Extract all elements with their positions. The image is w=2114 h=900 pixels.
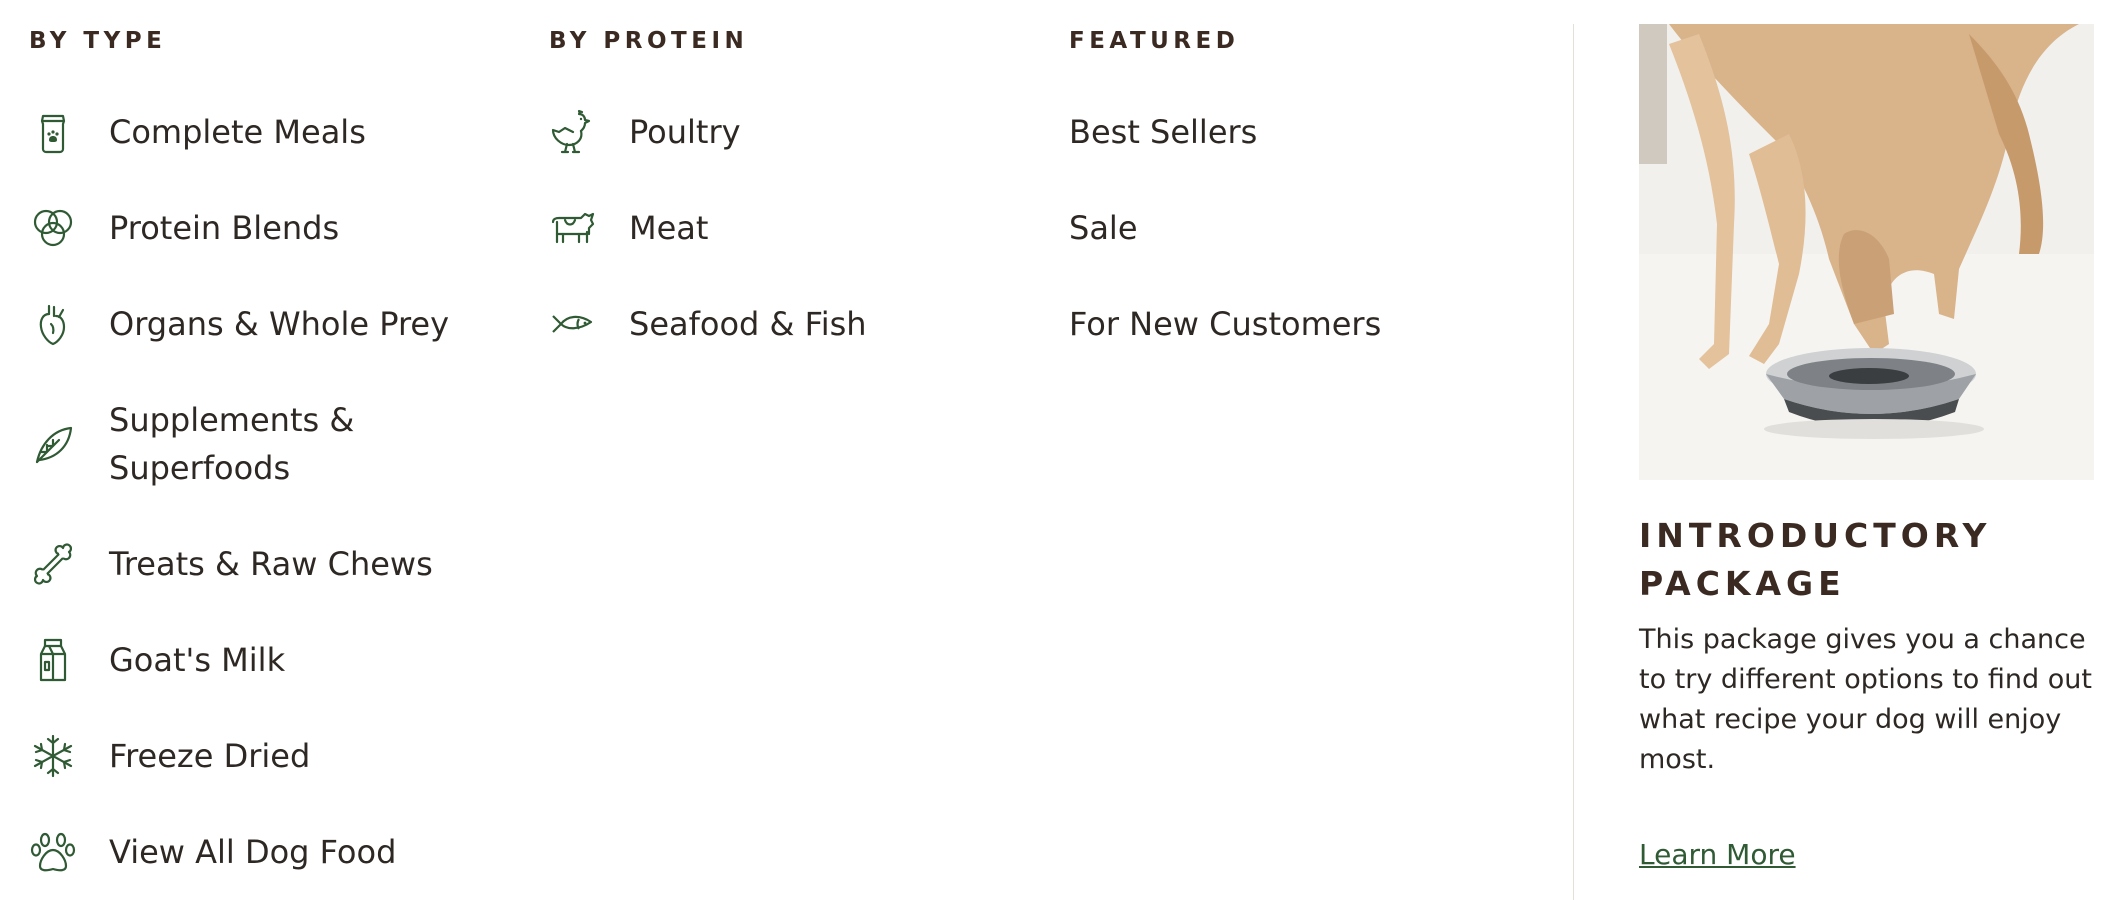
- menu-item-meat[interactable]: Meat: [549, 204, 708, 252]
- menu-item-freeze-dried[interactable]: Freeze Dried: [29, 732, 310, 780]
- menu-item-label: For New Customers: [1069, 305, 1382, 343]
- menu-item-view-all-dog-food[interactable]: View All Dog Food: [29, 828, 396, 876]
- by-protein-heading: BY PROTEIN: [549, 28, 749, 54]
- menu-item-sale[interactable]: Sale: [1069, 204, 1138, 252]
- bone-icon: [29, 540, 77, 588]
- menu-item-complete-meals[interactable]: Complete Meals: [29, 108, 366, 156]
- promo-panel: INTRODUCTORY PACKAGE This package gives …: [1639, 24, 2094, 871]
- menu-item-supplements-superfoods[interactable]: Supplements & Superfoods: [29, 396, 409, 492]
- leaf-icon: [29, 420, 77, 468]
- paw-icon: [29, 828, 77, 876]
- menu-item-label: Seafood & Fish: [629, 305, 867, 343]
- promo-image[interactable]: [1639, 24, 2094, 480]
- featured-heading: FEATURED: [1069, 28, 1240, 54]
- learn-more-link[interactable]: Learn More: [1639, 838, 1796, 871]
- heart-organ-icon: [29, 300, 77, 348]
- promo-title: INTRODUCTORY PACKAGE: [1639, 516, 1992, 603]
- by-type-heading: BY TYPE: [29, 28, 167, 54]
- menu-item-label: View All Dog Food: [109, 833, 397, 871]
- snowflake-icon: [29, 732, 77, 780]
- dog-eating-illustration: [1639, 24, 2094, 480]
- promo-description: This package gives you a chance to try d…: [1639, 624, 2092, 775]
- menu-item-label: Complete Meals: [109, 113, 366, 151]
- menu-item-label: Organs & Whole Prey: [109, 305, 450, 343]
- menu-item-for-new-customers[interactable]: For New Customers: [1069, 300, 1381, 348]
- menu-item-label: Best Sellers: [1069, 113, 1258, 151]
- menu-item-label: Protein Blends: [109, 209, 340, 247]
- food-bag-icon: [29, 108, 77, 156]
- menu-item-best-sellers[interactable]: Best Sellers: [1069, 108, 1257, 156]
- menu-item-label: Poultry: [629, 113, 741, 151]
- menu-item-label: Treats & Raw Chews: [109, 545, 433, 583]
- menu-item-label: Freeze Dried: [109, 737, 311, 775]
- menu-item-seafood-fish[interactable]: Seafood & Fish: [549, 300, 867, 348]
- menu-item-label: Meat: [629, 209, 709, 247]
- menu-item-poultry[interactable]: Poultry: [549, 108, 741, 156]
- menu-item-goats-milk[interactable]: Goat's Milk: [29, 636, 285, 684]
- column-divider: [1573, 24, 1574, 900]
- chicken-icon: [549, 108, 597, 156]
- menu-item-label: Sale: [1069, 209, 1138, 247]
- menu-item-treats-raw-chews[interactable]: Treats & Raw Chews: [29, 540, 433, 588]
- milk-carton-icon: [29, 636, 77, 684]
- fish-icon: [549, 300, 597, 348]
- menu-item-label: Supplements & Superfoods: [109, 401, 355, 487]
- menu-item-organs-whole-prey[interactable]: Organs & Whole Prey: [29, 300, 449, 348]
- menu-item-label: Goat's Milk: [109, 641, 286, 679]
- menu-item-protein-blends[interactable]: Protein Blends: [29, 204, 339, 252]
- overlapping-circles-icon: [29, 204, 77, 252]
- cow-icon: [549, 204, 597, 252]
